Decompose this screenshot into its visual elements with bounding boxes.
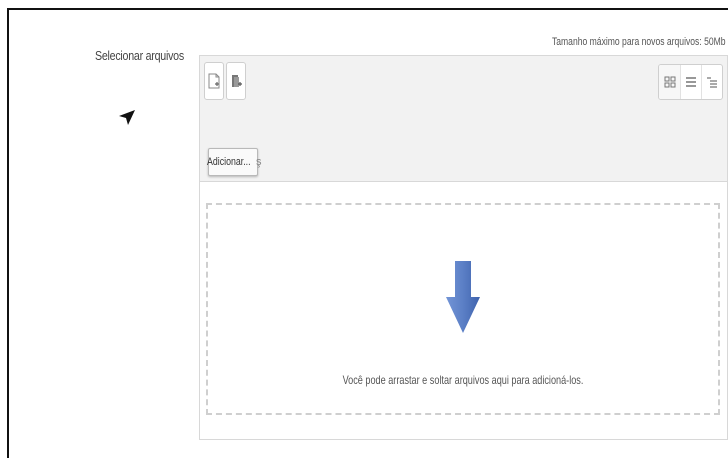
view-switcher [658, 64, 723, 100]
mouse-cursor-icon [119, 110, 135, 125]
file-manager: Adicionar... ş Você pode arrastar e solt… [199, 55, 728, 440]
dropzone-instructions: Você pode arrastar e soltar arquivos aqu… [342, 373, 584, 387]
tree-view-button[interactable] [701, 65, 722, 99]
down-arrow-icon [446, 261, 480, 333]
add-button-label: Adicionar... [207, 156, 251, 168]
add-file-icon [208, 73, 220, 89]
create-folder-button[interactable] [226, 62, 246, 100]
list-view-icon [686, 77, 696, 87]
file-manager-toolbar [200, 56, 727, 128]
add-file-button[interactable] [204, 62, 224, 100]
file-manager-actionbar: Adicionar... ş [200, 127, 727, 182]
add-button[interactable]: Adicionar... [207, 148, 258, 176]
file-drop-zone[interactable]: Você pode arrastar e soltar arquivos aqu… [206, 203, 720, 415]
tree-view-icon [707, 77, 717, 88]
add-button-overflow-mark: ş [256, 156, 262, 168]
max-file-size-text: Tamanho máximo para novos arquivos: 50Mb [552, 36, 726, 48]
icons-view-button[interactable] [659, 65, 680, 99]
field-label: Selecionar arquivos [95, 48, 184, 63]
list-view-button[interactable] [680, 65, 701, 99]
icons-view-icon [664, 76, 675, 88]
create-folder-icon [232, 75, 242, 87]
